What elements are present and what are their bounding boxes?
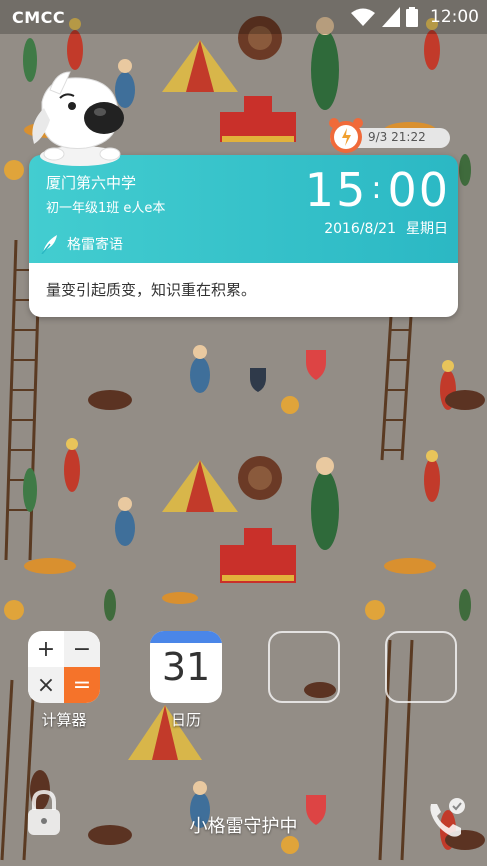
widget-quote-area: 量变引起质变，知识重在积累。	[29, 263, 458, 317]
signal-icon	[382, 7, 400, 27]
widget-weekday: 星期日	[406, 221, 448, 237]
app-calendar[interactable]: 31 日历	[150, 631, 222, 730]
feather-icon	[41, 235, 57, 254]
calendar-day: 31	[161, 645, 211, 689]
empty-app-slot[interactable]	[268, 631, 340, 703]
app-label: 计算器	[41, 711, 87, 729]
calendar-icon[interactable]: 31	[150, 631, 222, 703]
school-widget[interactable]: 厦门第六中学 初一年级1班 e人e本 15:00 2016/8/21 星期日 格雷…	[29, 155, 458, 317]
school-name: 厦门第六中学	[46, 174, 137, 192]
motto-header: 格雷寄语	[41, 233, 123, 255]
calc-key-plus: +	[36, 636, 56, 662]
app-label: 日历	[170, 711, 201, 729]
widget-header: 厦门第六中学 初一年级1班 e人e本 15:00 2016/8/21 星期日 格雷…	[29, 155, 458, 263]
app-calculator[interactable]: + − × = 计算器	[28, 631, 100, 730]
battery-icon	[406, 7, 418, 27]
motto-title: 格雷寄语	[67, 237, 123, 253]
calc-key-times: ×	[28, 667, 64, 703]
motto-quote: 量变引起质变，知识重在积累。	[46, 281, 257, 299]
calculator-icon[interactable]: + − × =	[28, 631, 100, 703]
widget-date: 2016/8/21	[324, 221, 396, 237]
class-name: 初一年级1班 e人e本	[46, 201, 166, 216]
clock-separator: :	[371, 171, 384, 206]
alarm-clock-icon[interactable]	[326, 116, 366, 156]
empty-app-slot[interactable]	[385, 631, 457, 703]
clock-hours: 15	[304, 163, 368, 217]
phone-icon[interactable]	[425, 796, 469, 840]
status-bar: CMCC 12:00	[0, 0, 487, 34]
clock-minutes: 00	[387, 163, 450, 217]
guard-status-text: 小格雷守护中	[189, 816, 298, 837]
carrier-label: CMCC	[12, 8, 66, 27]
wifi-icon	[351, 8, 375, 26]
alarm-time: 9/3 21:22	[368, 130, 426, 144]
status-time: 12:00	[430, 7, 479, 27]
calc-key-minus: −	[64, 631, 100, 667]
widget-clock: 15:00	[305, 163, 450, 216]
dog-mascot-icon	[32, 71, 124, 166]
widget-date-line: 2016/8/21 星期日	[314, 218, 448, 238]
calc-key-equals: =	[64, 667, 100, 703]
